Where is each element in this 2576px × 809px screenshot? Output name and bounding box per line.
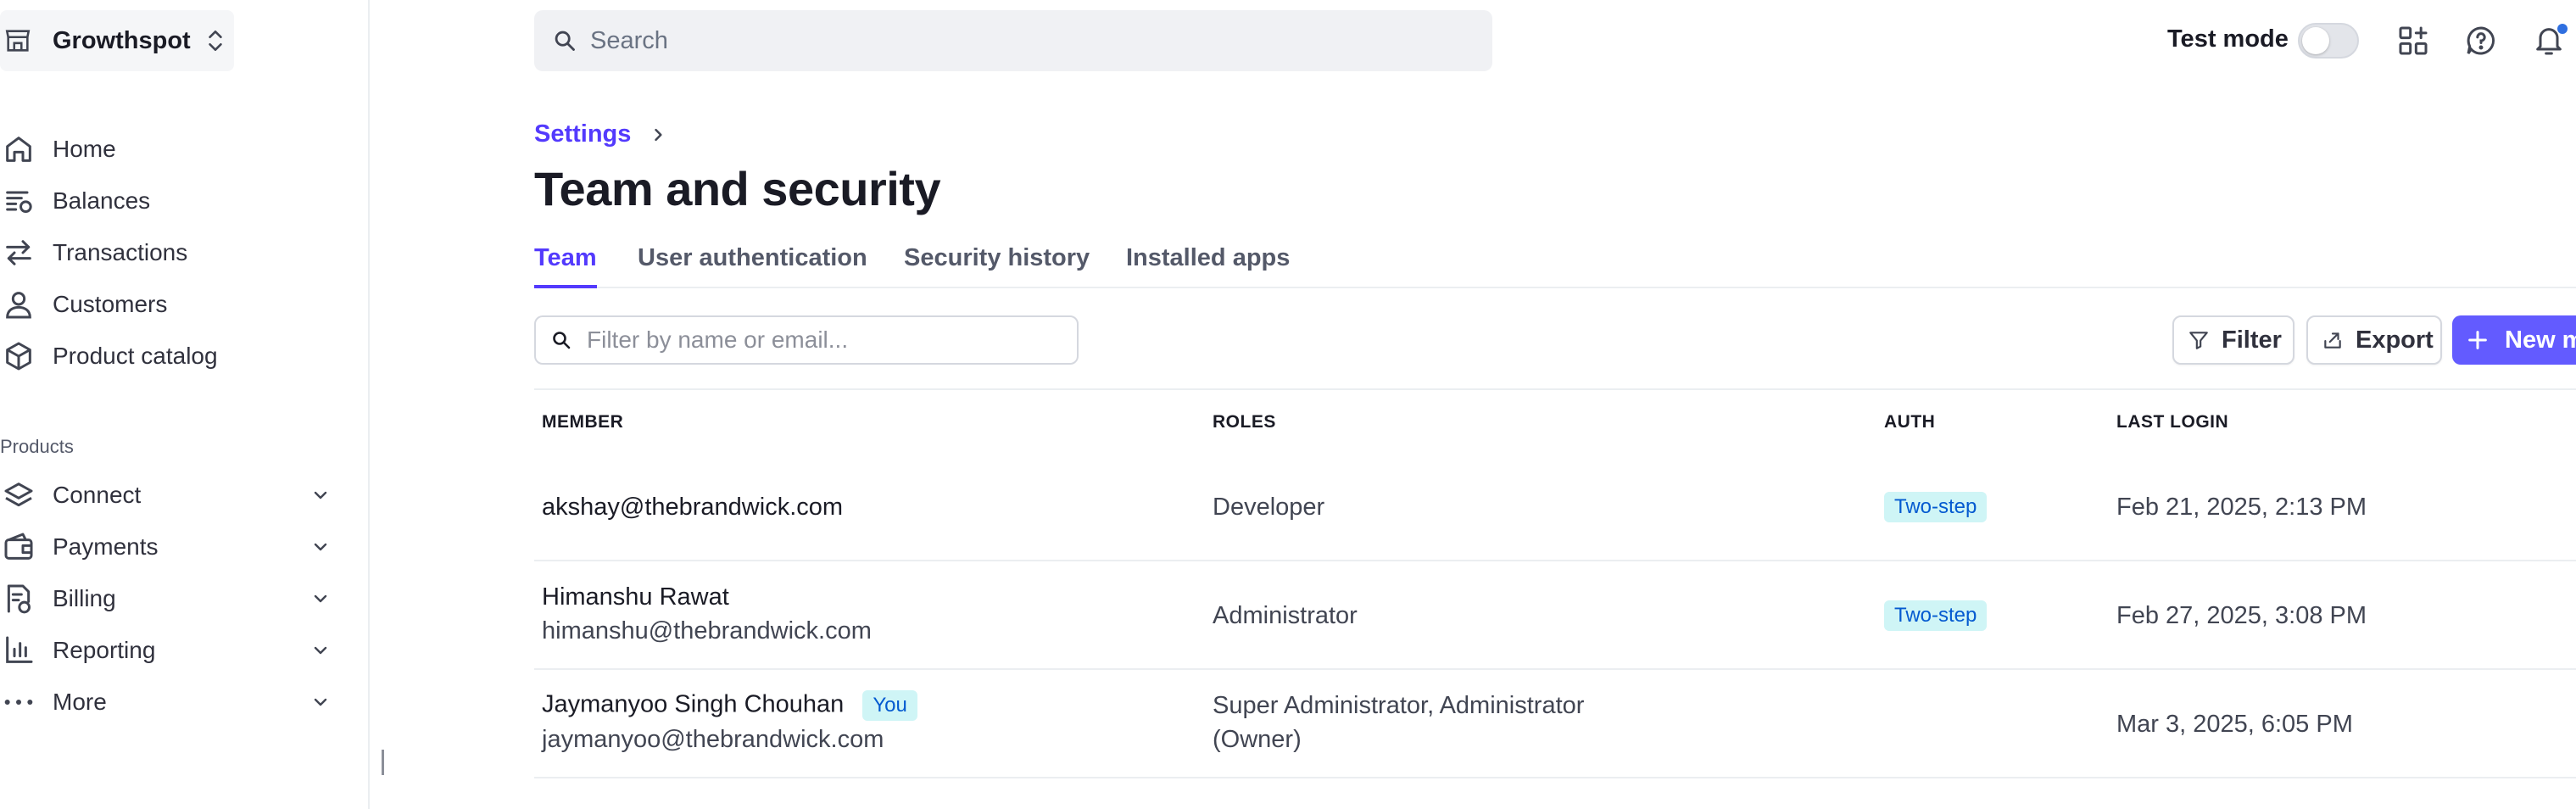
global-search[interactable]: Search: [534, 10, 1492, 71]
layers-icon: [2, 478, 36, 512]
tab-user-authentication[interactable]: User authentication: [638, 241, 867, 288]
last-login: Feb 21, 2025, 2:13 PM: [2116, 494, 2367, 521]
member-name: Jaymanyoo Singh Chouhan: [542, 690, 845, 718]
sidebar-item-label: Transactions: [53, 239, 188, 265]
plus-icon: [2466, 328, 2490, 352]
sidebar-item-label: Payments: [53, 533, 159, 560]
sidebar-item-label: Product catalog: [53, 343, 218, 369]
sidebar-item-label: More: [53, 689, 107, 715]
last-login: Mar 3, 2025, 6:05 PM: [2116, 711, 2353, 738]
filter-button-label: Filter: [2222, 326, 2282, 354]
chevron-down-icon[interactable]: [310, 640, 331, 661]
chevron-down-icon[interactable]: [310, 485, 331, 505]
person-icon: [2, 287, 36, 321]
search-icon: [553, 29, 577, 53]
column-header-last-login: LAST LOGIN: [2116, 412, 2229, 432]
arrows-swap-icon: [2, 236, 36, 270]
box-icon: [2, 339, 36, 373]
page-title: Team and security: [534, 162, 941, 215]
breadcrumb: Settings: [534, 120, 666, 148]
table-row[interactable]: Jaymanyoo Singh Chouhan You jaymanyoo@the…: [534, 670, 2576, 778]
auth-badge: Two-step: [1884, 600, 1988, 631]
home-icon: [2, 132, 36, 166]
tab-security-history[interactable]: Security history: [904, 241, 1090, 288]
sidebar-item-product-catalog[interactable]: Product catalog: [0, 334, 339, 378]
sidebar-item-home[interactable]: Home: [0, 127, 339, 171]
search-placeholder: Search: [590, 26, 668, 54]
chevron-down-icon[interactable]: [310, 589, 331, 609]
search-icon: [551, 330, 572, 350]
column-header-auth: AUTH: [1884, 412, 1936, 432]
tab-installed-apps[interactable]: Installed apps: [1126, 241, 1290, 288]
sidebar-item-label: Billing: [53, 585, 116, 611]
sidebar-resize-handle[interactable]: [382, 750, 384, 775]
invoice-icon: [2, 582, 36, 616]
member-role: Administrator: [1213, 602, 1358, 629]
member-name-line: Jaymanyoo Singh Chouhan You: [542, 690, 917, 721]
wallet-icon: [2, 530, 36, 564]
filter-button[interactable]: Filter: [2172, 315, 2294, 365]
chevron-up-down-icon: [204, 28, 226, 53]
new-member-button-label: New m: [2505, 326, 2576, 354]
test-mode-toggle[interactable]: [2298, 23, 2359, 59]
sidebar-item-connect[interactable]: Connect: [0, 473, 339, 517]
sidebar-item-label: Reporting: [53, 637, 156, 663]
member-email: jaymanyoo@thebrandwick.com: [542, 726, 884, 753]
last-login: Feb 27, 2025, 3:08 PM: [2116, 602, 2367, 629]
account-name: Growthspot: [53, 26, 191, 54]
chevron-down-icon[interactable]: [310, 692, 331, 712]
table-row[interactable]: akshay@thebrandwick.com Developer Two-st…: [534, 453, 2576, 561]
member-role-owner: (Owner): [1213, 726, 1302, 753]
test-mode-label: Test mode: [2167, 25, 2289, 53]
sidebar-item-transactions[interactable]: Transactions: [0, 231, 339, 275]
member-role: Super Administrator, Administrator: [1213, 692, 1585, 719]
bar-chart-icon: [2, 633, 36, 667]
member-name: Himanshu Rawat: [542, 583, 729, 611]
sidebar-item-balances[interactable]: Balances: [0, 179, 339, 223]
column-header-roles: ROLES: [1213, 412, 1276, 432]
breadcrumb-settings-link[interactable]: Settings: [534, 120, 631, 148]
sidebar-item-more[interactable]: More: [0, 680, 339, 724]
sidebar-item-reporting[interactable]: Reporting: [0, 628, 339, 672]
sidebar-item-billing[interactable]: Billing: [0, 577, 339, 621]
toggle-knob: [2302, 27, 2329, 54]
filter-funnel-icon: [2188, 329, 2210, 351]
help-icon[interactable]: [2464, 24, 2498, 58]
you-badge: You: [862, 690, 917, 721]
sidebar-item-label: Connect: [53, 482, 142, 508]
tab-team[interactable]: Team: [534, 241, 597, 288]
store-icon: [3, 26, 32, 55]
member-email: himanshu@thebrandwick.com: [542, 617, 872, 644]
balances-icon: [2, 184, 36, 218]
column-header-member: MEMBER: [542, 412, 624, 432]
new-member-button[interactable]: New m: [2452, 315, 2576, 365]
sidebar-item-payments[interactable]: Payments: [0, 525, 339, 569]
member-email: akshay@thebrandwick.com: [542, 494, 844, 521]
apps-grid-icon[interactable]: [2396, 24, 2430, 58]
chevron-down-icon[interactable]: [310, 537, 331, 557]
member-role: Developer: [1213, 494, 1325, 521]
chevron-right-icon: [650, 126, 666, 143]
member-filter-field[interactable]: [534, 315, 1079, 365]
sidebar-item-label: Home: [53, 136, 116, 162]
account-switcher[interactable]: Growthspot: [0, 10, 234, 71]
table-top-border: [534, 388, 2576, 390]
table-row[interactable]: Himanshu Rawat himanshu@thebrandwick.com…: [534, 561, 2576, 670]
export-icon: [2322, 329, 2344, 351]
products-section-label: Products: [0, 436, 74, 457]
more-dots-icon: [2, 685, 36, 719]
sidebar-item-label: Balances: [53, 187, 151, 214]
sidebar: Growthspot Home Balances Transactions Cu…: [0, 0, 370, 809]
export-button[interactable]: Export: [2306, 315, 2442, 365]
sidebar-item-label: Customers: [53, 291, 168, 317]
notification-dot: [2557, 24, 2568, 34]
export-button-label: Export: [2356, 326, 2434, 354]
tab-bar: Team User authentication Security histor…: [534, 241, 2576, 288]
member-filter-input[interactable]: [585, 326, 1063, 354]
sidebar-item-customers[interactable]: Customers: [0, 282, 339, 326]
auth-badge: Two-step: [1884, 492, 1988, 522]
